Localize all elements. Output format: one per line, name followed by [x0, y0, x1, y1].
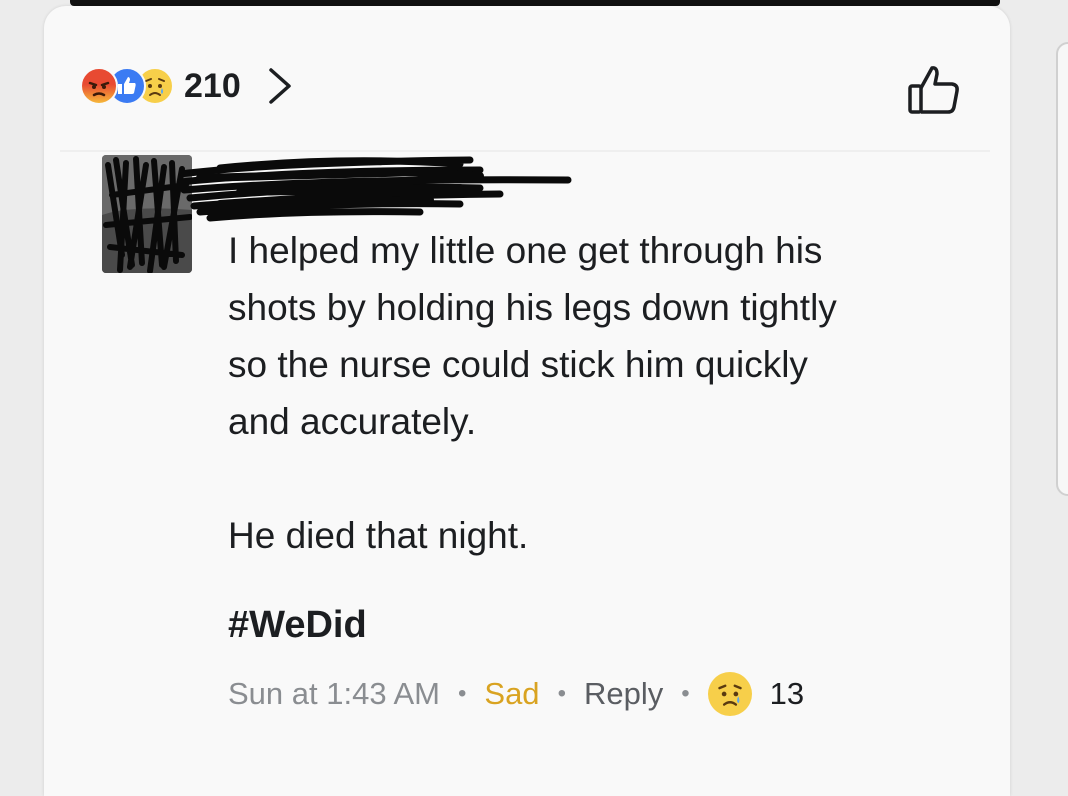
separator-dot: •: [557, 680, 566, 707]
separator-dot: •: [681, 680, 690, 707]
redacted-name: [176, 148, 580, 233]
thumbs-up-icon[interactable]: [906, 62, 962, 123]
comment-meta-row: Sun at 1:43 AM • Sad • Reply • 13: [228, 670, 804, 718]
reactions-summary[interactable]: 210: [80, 60, 293, 112]
chevron-right-icon[interactable]: [267, 66, 293, 106]
comment-reaction-count: 13: [769, 676, 805, 711]
sad-icon[interactable]: [707, 672, 752, 716]
avatar[interactable]: [102, 155, 192, 273]
timestamp: Sun at 1:43 AM: [228, 676, 440, 711]
comment-text: I helped my little one get through his s…: [228, 230, 837, 556]
reaction-count: 210: [184, 66, 241, 105]
sad-reaction-button[interactable]: Sad: [484, 676, 539, 712]
angry-icon: [80, 67, 118, 105]
side-panel-edge: [1056, 42, 1068, 496]
separator-dot: •: [457, 680, 467, 707]
reply-button[interactable]: Reply: [584, 676, 663, 712]
hashtag-link[interactable]: #WeDid: [228, 604, 367, 647]
